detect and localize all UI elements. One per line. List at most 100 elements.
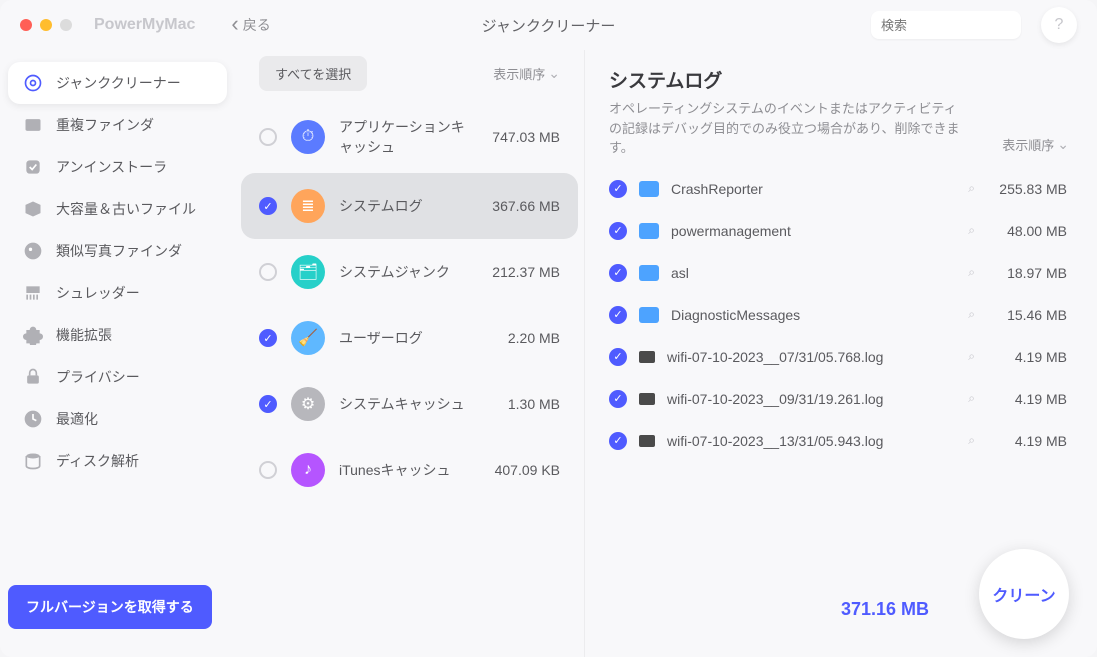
file-checkbox[interactable] <box>609 180 627 198</box>
category-checkbox[interactable] <box>259 128 277 146</box>
minimize-window[interactable] <box>40 19 52 31</box>
category-label: システムジャンク <box>339 262 466 282</box>
category-icon: 🗂 <box>291 255 325 289</box>
sidebar-item-photo[interactable]: 類似写真ファインダ <box>8 230 227 272</box>
folder-icon <box>639 307 659 323</box>
log-file-icon <box>639 351 655 363</box>
file-checkbox[interactable] <box>609 222 627 240</box>
category-checkbox[interactable] <box>259 395 277 413</box>
back-label: 戻る <box>243 15 271 35</box>
file-size: 48.00 MB <box>987 223 1067 239</box>
detail-title: システムログ <box>609 66 1002 93</box>
reveal-icon[interactable]: ⌕ <box>968 307 975 322</box>
sidebar-item-disk[interactable]: ディスク解析 <box>8 440 227 482</box>
junk-icon <box>22 72 44 94</box>
sidebar-item-junk[interactable]: ジャンククリーナー <box>8 62 227 104</box>
file-checkbox[interactable] <box>609 432 627 450</box>
clean-button[interactable]: クリーン <box>979 549 1069 639</box>
opt-icon <box>22 408 44 430</box>
help-button[interactable]: ? <box>1041 7 1077 43</box>
sidebar-item-label: ディスク解析 <box>56 451 139 471</box>
file-item[interactable]: asl⌕18.97 MB <box>609 252 1067 294</box>
log-file-icon <box>639 435 655 447</box>
file-name: wifi-07-10-2023__13/31/05.943.log <box>667 433 956 449</box>
sidebar: ジャンククリーナー重複ファインダアンインストーラ大容量＆古いファイル類似写真ファ… <box>0 50 235 657</box>
search-box[interactable]: ⌕ <box>871 11 1021 39</box>
promote-area: フルバージョンを取得する <box>8 585 227 629</box>
zoom-window[interactable] <box>60 19 72 31</box>
titlebar: PowerMyMac 戻る ジャンククリーナー ⌕ ? <box>0 0 1097 50</box>
sidebar-item-shred[interactable]: シュレッダー <box>8 272 227 314</box>
category-item[interactable]: ♪iTunesキャッシュ407.09 KB <box>241 437 578 503</box>
category-label: アプリケーションキャッシュ <box>339 117 466 157</box>
sidebar-item-ext[interactable]: 機能拡張 <box>8 314 227 356</box>
file-item[interactable]: powermanagement ⌕ 48.00 MB <box>609 210 1067 252</box>
shred-icon <box>22 282 44 304</box>
sort-label: 表示順序 <box>493 64 545 83</box>
page-title: ジャンククリーナー <box>482 15 616 36</box>
category-item[interactable]: ≣ システムログ 367.66 MB <box>241 173 578 239</box>
category-checkbox[interactable] <box>259 461 277 479</box>
category-icon: ≣ <box>291 189 325 223</box>
get-full-version-button[interactable]: フルバージョンを取得する <box>8 585 212 629</box>
file-item[interactable]: wifi-07-10-2023__07/31/05.768.log ⌕ 4.19 M… <box>609 336 1067 378</box>
file-item[interactable]: CrashReporter⌕255.83 MB <box>609 168 1067 210</box>
reveal-icon[interactable]: ⌕ <box>968 391 975 406</box>
category-size: 747.03 MB <box>480 129 560 145</box>
file-name: wifi-07-10-2023__07/31/05.768.log <box>667 349 956 365</box>
select-all-button[interactable]: すべてを選択 <box>259 56 367 91</box>
category-item[interactable]: 🧹ユーザーログ2.20 MB <box>241 305 578 371</box>
file-size: 255.83 MB <box>987 181 1067 197</box>
file-item[interactable]: DiagnosticMessages⌕15.46 MB <box>609 294 1067 336</box>
back-button[interactable]: 戻る <box>231 15 270 35</box>
category-item[interactable]: ⏱アプリケーションキャッシュ747.03 MB <box>241 101 578 173</box>
file-item[interactable]: wifi-07-10-2023__09/31/19.261.log⌕4.19 M… <box>609 378 1067 420</box>
sidebar-item-dup[interactable]: 重複ファインダ <box>8 104 227 146</box>
file-size: 4.19 MB <box>987 349 1067 365</box>
category-size: 367.66 MB <box>480 198 560 214</box>
file-checkbox[interactable] <box>609 264 627 282</box>
sidebar-item-priv[interactable]: プライバシー <box>8 356 227 398</box>
sidebar-item-label: 機能拡張 <box>56 325 112 345</box>
file-checkbox[interactable] <box>609 306 627 324</box>
reveal-icon[interactable]: ⌕ <box>968 181 975 196</box>
uninst-icon <box>22 156 44 178</box>
sidebar-item-label: 重複ファインダ <box>56 115 154 135</box>
category-item[interactable]: 🗂システムジャンク212.37 MB <box>241 239 578 305</box>
category-item[interactable]: ⚙システムキャッシュ1.30 MB <box>241 371 578 437</box>
search-input[interactable] <box>881 18 1057 33</box>
file-checkbox[interactable] <box>609 348 627 366</box>
reveal-icon[interactable]: ⌕ <box>968 265 975 280</box>
reveal-icon[interactable]: ⌕ <box>968 223 975 238</box>
file-sort[interactable]: 表示順序 <box>1002 135 1097 158</box>
sidebar-item-large[interactable]: 大容量＆古いファイル <box>8 188 227 230</box>
folder-icon <box>639 223 659 239</box>
reveal-icon[interactable]: ⌕ <box>968 349 975 364</box>
file-checkbox[interactable] <box>609 390 627 408</box>
total-size: 371.16 MB <box>841 599 929 620</box>
category-checkbox[interactable] <box>259 197 277 215</box>
disk-icon <box>22 450 44 472</box>
detail-panel: システムログ オペレーティングシステムのイベントまたはアクティビティの記録はデバ… <box>585 50 1097 657</box>
category-sort[interactable]: 表示順序 <box>493 64 560 83</box>
category-label: システムログ <box>339 196 466 216</box>
sidebar-item-opt[interactable]: 最適化 <box>8 398 227 440</box>
sidebar-item-uninst[interactable]: アンインストーラ <box>8 146 227 188</box>
reveal-icon[interactable]: ⌕ <box>968 433 975 448</box>
category-size: 1.30 MB <box>480 396 560 412</box>
file-item[interactable]: wifi-07-10-2023__13/31/05.943.log ⌕ 4.19 M… <box>609 420 1067 462</box>
ext-icon <box>22 324 44 346</box>
window-controls <box>20 19 72 31</box>
file-size: 4.19 MB <box>987 391 1067 407</box>
close-window[interactable] <box>20 19 32 31</box>
category-icon: 🧹 <box>291 321 325 355</box>
file-name: powermanagement <box>671 223 956 239</box>
sort-label: 表示順序 <box>1002 135 1054 154</box>
category-checkbox[interactable] <box>259 329 277 347</box>
chevron-left-icon <box>231 17 238 34</box>
app-name: PowerMyMac <box>94 16 195 34</box>
sidebar-item-label: 最適化 <box>56 409 98 429</box>
category-checkbox[interactable] <box>259 263 277 281</box>
file-size: 4.19 MB <box>987 433 1067 449</box>
priv-icon <box>22 366 44 388</box>
